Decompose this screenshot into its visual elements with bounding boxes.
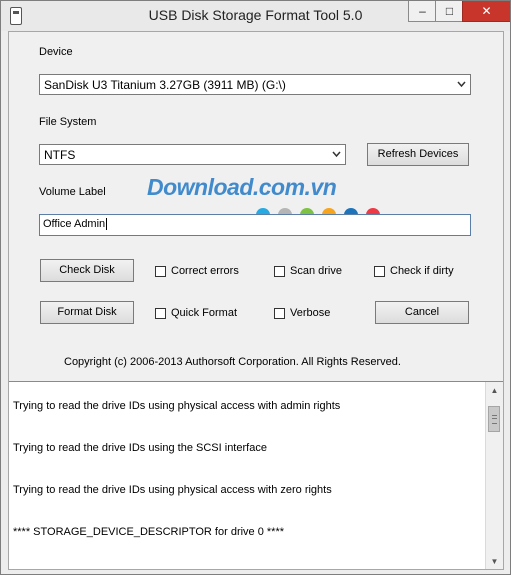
scroll-down-arrow-icon[interactable]: ▼ bbox=[486, 553, 503, 569]
device-selected-value: SanDisk U3 Titanium 3.27GB (3911 MB) (G:… bbox=[44, 78, 286, 92]
log-output[interactable]: Trying to read the drive IDs using physi… bbox=[9, 381, 503, 569]
device-label: Device bbox=[39, 46, 73, 58]
check-if-dirty-label: Check if dirty bbox=[390, 265, 454, 277]
log-line: Trying to read the drive IDs using physi… bbox=[13, 484, 332, 496]
verbose-label: Verbose bbox=[290, 307, 331, 319]
format-disk-button[interactable]: Format Disk bbox=[40, 301, 134, 324]
quick-format-label: Quick Format bbox=[171, 307, 238, 319]
scan-drive-label: Scan drive bbox=[290, 265, 342, 277]
text-caret bbox=[106, 218, 108, 231]
log-line: Trying to read the drive IDs using physi… bbox=[13, 400, 341, 412]
minimize-button[interactable]: – bbox=[408, 1, 437, 22]
scroll-up-arrow-icon[interactable]: ▲ bbox=[486, 382, 503, 399]
correct-errors-label: Correct errors bbox=[171, 265, 239, 277]
checkbox-box[interactable] bbox=[374, 265, 385, 277]
device-dropdown[interactable]: SanDisk U3 Titanium 3.27GB (3911 MB) (G:… bbox=[39, 74, 471, 95]
log-line: **** STORAGE_DEVICE_DESCRIPTOR for drive… bbox=[13, 526, 285, 538]
checkbox-box[interactable] bbox=[274, 265, 285, 277]
refresh-devices-button[interactable]: Refresh Devices bbox=[367, 143, 469, 166]
vertical-scrollbar[interactable]: ▲ ▼ bbox=[485, 382, 503, 569]
scan-drive-checkbox[interactable]: Scan drive bbox=[274, 264, 342, 278]
file-system-label: File System bbox=[39, 116, 97, 128]
cancel-button[interactable]: Cancel bbox=[375, 301, 469, 324]
log-line: Trying to read the drive IDs using the S… bbox=[13, 442, 267, 454]
chevron-down-icon bbox=[332, 151, 341, 158]
app-window: USB Disk Storage Format Tool 5.0 – □ ✕ D… bbox=[0, 0, 511, 575]
volume-label-input[interactable]: Office Admin bbox=[39, 214, 471, 236]
volume-label-label: Volume Label bbox=[39, 186, 106, 198]
title-bar[interactable]: USB Disk Storage Format Tool 5.0 – □ ✕ bbox=[1, 1, 510, 31]
checkbox-box[interactable] bbox=[155, 307, 166, 319]
chevron-down-icon bbox=[457, 81, 466, 88]
close-button[interactable]: ✕ bbox=[462, 1, 510, 22]
maximize-button[interactable]: □ bbox=[435, 1, 464, 22]
verbose-checkbox[interactable]: Verbose bbox=[274, 306, 330, 320]
checkbox-box[interactable] bbox=[274, 307, 285, 319]
file-system-selected-value: NTFS bbox=[44, 148, 76, 162]
client-area: Device SanDisk U3 Titanium 3.27GB (3911 … bbox=[8, 31, 504, 570]
volume-label-value: Office Admin bbox=[43, 218, 108, 231]
file-system-dropdown[interactable]: NTFS bbox=[39, 144, 346, 165]
correct-errors-checkbox[interactable]: Correct errors bbox=[155, 264, 239, 278]
check-disk-button[interactable]: Check Disk bbox=[40, 259, 134, 282]
check-if-dirty-checkbox[interactable]: Check if dirty bbox=[374, 264, 454, 278]
quick-format-checkbox[interactable]: Quick Format bbox=[155, 306, 237, 320]
checkbox-box[interactable] bbox=[155, 265, 166, 277]
download-watermark: Download.com.vn bbox=[147, 174, 337, 200]
scrollbar-thumb[interactable] bbox=[488, 406, 500, 432]
copyright-text: Copyright (c) 2006-2013 Authorsoft Corpo… bbox=[64, 356, 401, 368]
